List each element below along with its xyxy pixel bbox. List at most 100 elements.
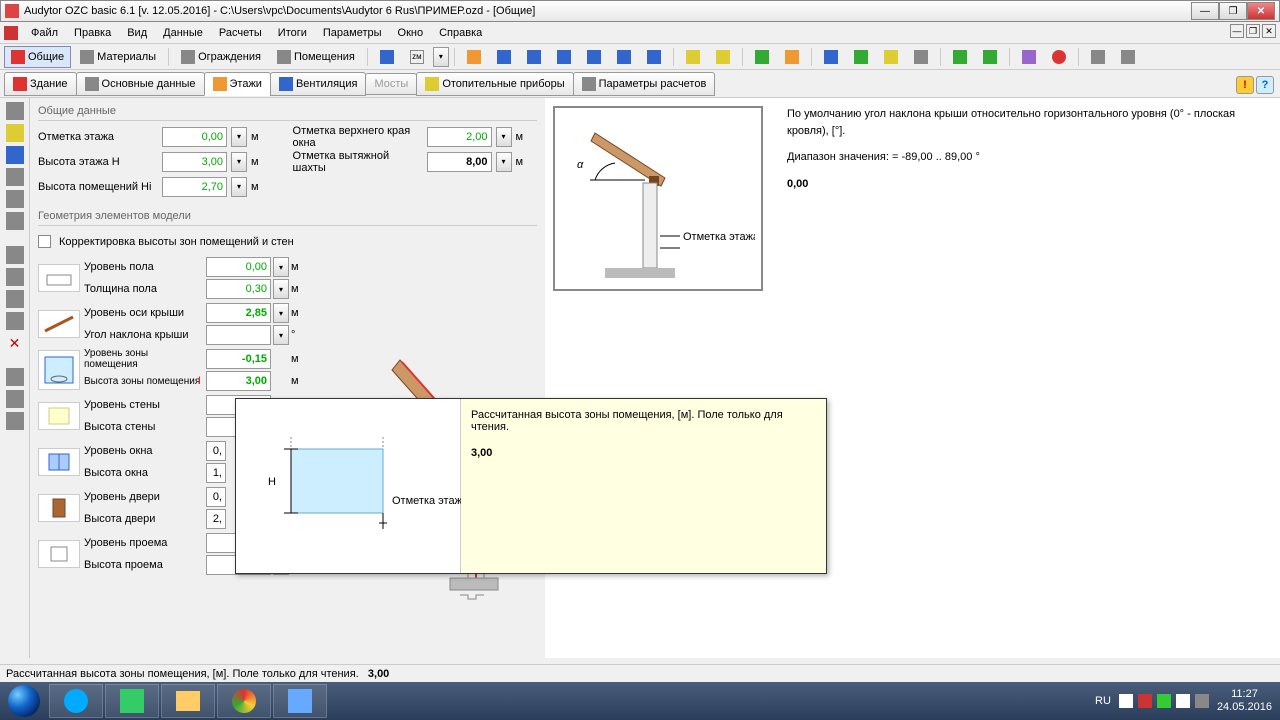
menu-params[interactable]: Параметры <box>315 24 390 42</box>
tb-x1[interactable] <box>1015 46 1043 68</box>
input-roof-angle[interactable] <box>206 325 271 345</box>
input-floor-thick[interactable] <box>206 279 271 299</box>
tray-lang[interactable]: RU <box>1095 695 1111 707</box>
tb-icon2[interactable]: zм <box>403 46 431 68</box>
warning-icon[interactable]: ! <box>1236 76 1254 94</box>
tb-c3[interactable] <box>877 46 905 68</box>
menu-edit[interactable]: Правка <box>66 24 119 42</box>
task-explorer[interactable] <box>161 684 215 718</box>
menu-window[interactable]: Окно <box>390 24 432 42</box>
sb-paste2[interactable] <box>6 312 24 330</box>
mdi-restore[interactable]: ❐ <box>1246 24 1260 38</box>
menu-calc[interactable]: Расчеты <box>211 24 270 42</box>
tb-c1[interactable] <box>817 46 845 68</box>
input-win-level[interactable] <box>206 441 226 461</box>
tb-t7[interactable] <box>640 46 668 68</box>
sb-open[interactable] <box>6 124 24 142</box>
sb-replace[interactable] <box>6 390 24 408</box>
sb-copy[interactable] <box>6 168 24 186</box>
tray-i4[interactable] <box>1176 694 1190 708</box>
tab-base[interactable]: Основные данные <box>76 72 205 96</box>
sb-cut[interactable] <box>6 268 24 286</box>
sb-save[interactable] <box>6 146 24 164</box>
menu-view[interactable]: Вид <box>119 24 155 42</box>
tb-t2[interactable] <box>490 46 518 68</box>
input-roof-level[interactable] <box>206 303 271 323</box>
tb-g2[interactable] <box>778 46 806 68</box>
dd-room-h[interactable]: ▾ <box>231 177 247 197</box>
menu-file[interactable]: Файл <box>23 24 66 42</box>
input-room-h[interactable] <box>162 177 227 197</box>
input-floor-mark[interactable] <box>162 127 227 147</box>
input-shaft-mark[interactable] <box>427 152 492 172</box>
tb-p1[interactable] <box>946 46 974 68</box>
dd-floor-mark[interactable]: ▾ <box>231 127 247 147</box>
input-door-level[interactable] <box>206 487 226 507</box>
tb-c4[interactable] <box>907 46 935 68</box>
mdi-minimize[interactable]: — <box>1230 24 1244 38</box>
tb-materials[interactable]: Материалы <box>73 46 163 68</box>
tb-envelopes[interactable]: Ограждения <box>174 46 268 68</box>
tb-t4[interactable] <box>550 46 578 68</box>
tray-i5[interactable] <box>1195 694 1209 708</box>
task-skype[interactable] <box>49 684 103 718</box>
tab-vent[interactable]: Вентиляция <box>270 72 367 96</box>
tb-t5[interactable] <box>580 46 608 68</box>
tb-t3[interactable] <box>520 46 548 68</box>
input-floor-h[interactable] <box>162 152 227 172</box>
tb-general[interactable]: Общие <box>4 46 71 68</box>
tb-dropdown[interactable]: ▾ <box>433 47 449 67</box>
tray-i1[interactable] <box>1119 694 1133 708</box>
task-chrome[interactable] <box>217 684 271 718</box>
info-description: По умолчанию угол наклона крыши относите… <box>787 106 1272 139</box>
help-icon[interactable]: ? <box>1256 76 1274 94</box>
tb-s1[interactable] <box>1084 46 1112 68</box>
tab-calcparams[interactable]: Параметры расчетов <box>573 72 716 96</box>
start-button[interactable] <box>0 682 48 720</box>
tb-icon1[interactable] <box>373 46 401 68</box>
checkbox-correction[interactable] <box>38 235 51 248</box>
tb-t6[interactable] <box>610 46 638 68</box>
dd-top-mark[interactable]: ▾ <box>496 127 512 147</box>
tb-x2[interactable] <box>1045 46 1073 68</box>
menu-results[interactable]: Итоги <box>270 24 315 42</box>
sb-sort[interactable] <box>6 412 24 430</box>
tb-t1[interactable] <box>460 46 488 68</box>
tray-i2[interactable] <box>1138 694 1152 708</box>
input-top-mark[interactable] <box>427 127 492 147</box>
task-ozc[interactable] <box>105 684 159 718</box>
menu-help[interactable]: Справка <box>431 24 490 42</box>
maximize-button[interactable]: ❐ <box>1219 2 1247 20</box>
tab-building[interactable]: Здание <box>4 72 77 96</box>
tb-c2[interactable] <box>847 46 875 68</box>
tab-floors[interactable]: Этажи <box>204 72 271 96</box>
sb-copy2[interactable] <box>6 290 24 308</box>
menu-data[interactable]: Данные <box>155 24 211 42</box>
tb-g1[interactable] <box>748 46 776 68</box>
minimize-button[interactable]: — <box>1191 2 1219 20</box>
close-button[interactable]: ✕ <box>1247 2 1275 20</box>
input-door-h[interactable] <box>206 509 226 529</box>
dd-shaft-mark[interactable]: ▾ <box>496 152 512 172</box>
tb-p2[interactable] <box>976 46 1004 68</box>
tray-date[interactable]: 24.05.2016 <box>1217 701 1272 714</box>
sb-find[interactable] <box>6 368 24 386</box>
mdi-close[interactable]: ✕ <box>1262 24 1276 38</box>
tray-time[interactable]: 11:27 <box>1217 688 1272 701</box>
tb-rooms[interactable]: Помещения <box>270 46 362 68</box>
tb-s2[interactable] <box>1114 46 1142 68</box>
tb-y2[interactable] <box>709 46 737 68</box>
task-app[interactable] <box>273 684 327 718</box>
tab-bridges[interactable]: Мосты <box>365 73 417 95</box>
sb-paste[interactable] <box>6 190 24 208</box>
sb-delete[interactable]: ✕ <box>6 334 24 352</box>
sb-print[interactable] <box>6 212 24 230</box>
dd-floor-h[interactable]: ▾ <box>231 152 247 172</box>
sb-undo[interactable] <box>6 246 24 264</box>
tray-i3[interactable] <box>1157 694 1171 708</box>
input-win-h[interactable] <box>206 463 226 483</box>
input-floor-level[interactable] <box>206 257 271 277</box>
sb-new[interactable] <box>6 102 24 120</box>
tab-heaters[interactable]: Отопительные приборы <box>416 72 573 96</box>
tb-y1[interactable] <box>679 46 707 68</box>
